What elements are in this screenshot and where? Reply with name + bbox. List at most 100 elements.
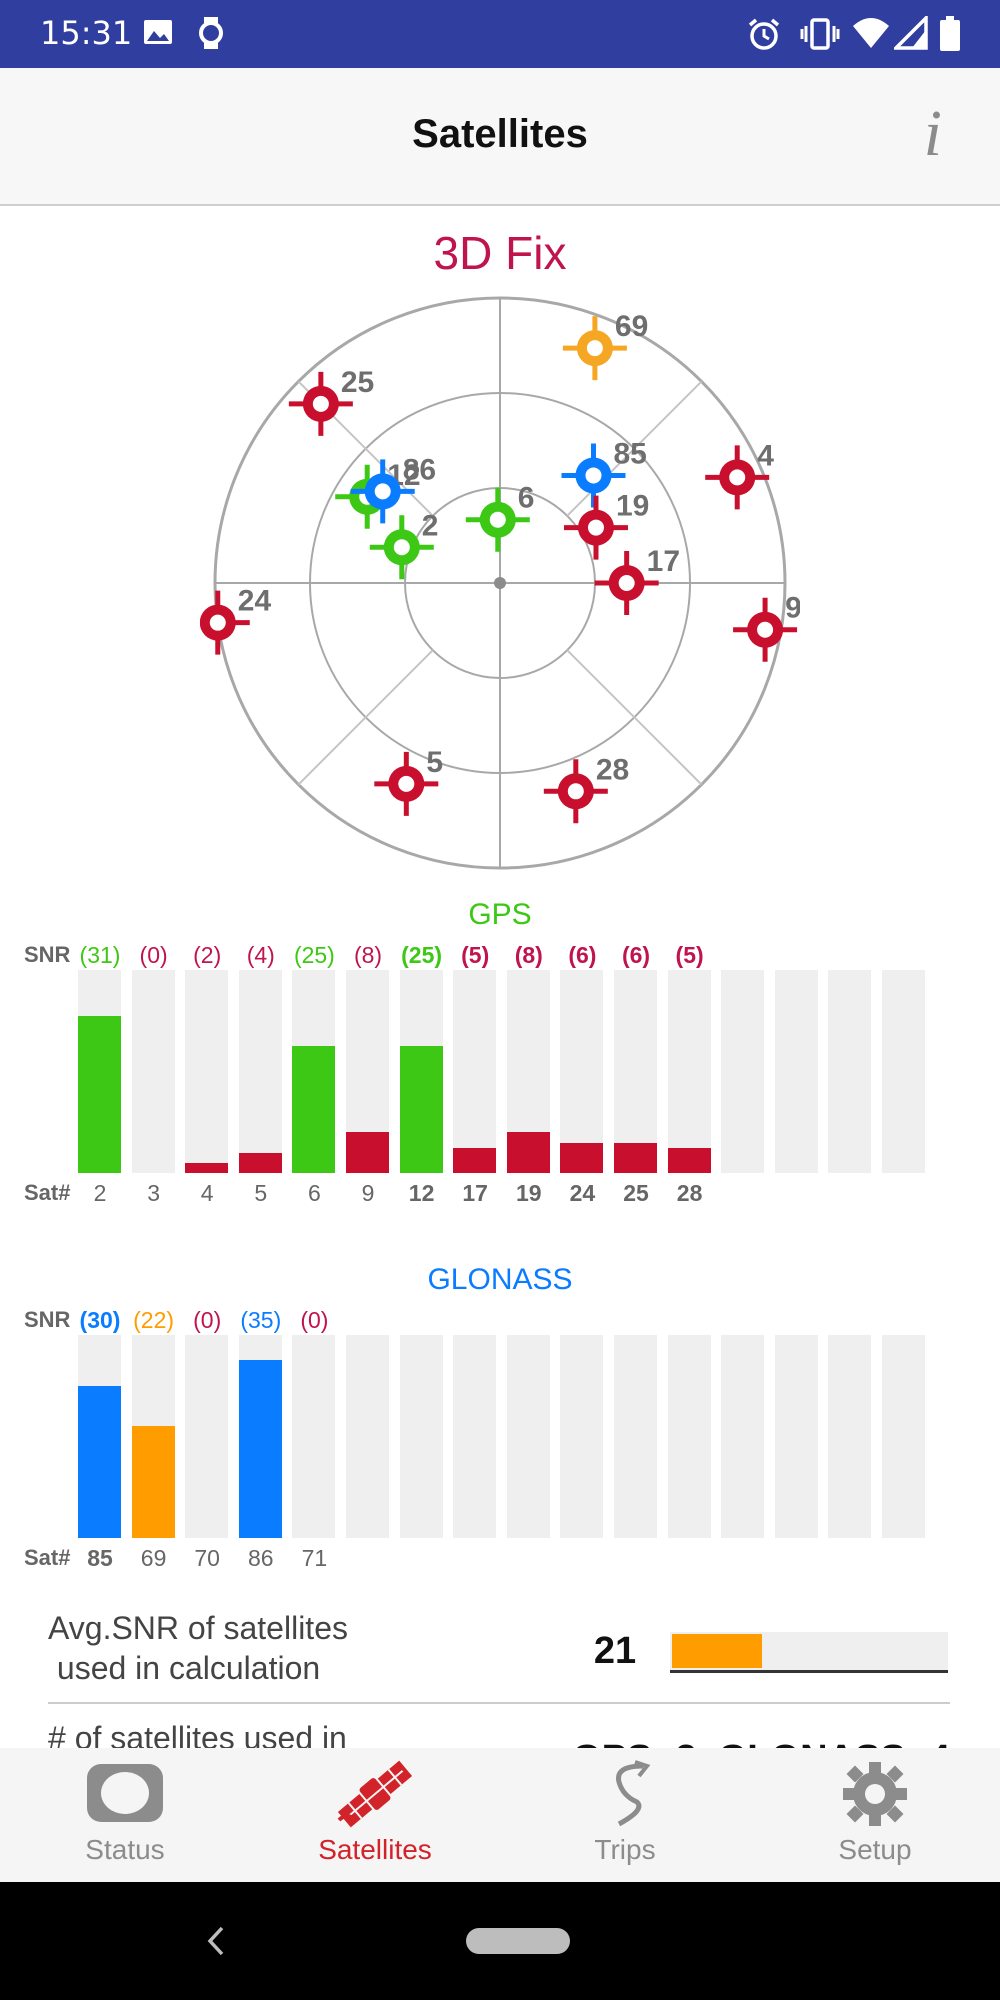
snr-value: (0) [139, 942, 168, 968]
snr-bar-slot [292, 1335, 336, 1538]
snr-bar-slot [774, 970, 818, 1173]
sat-number: 12 [408, 1180, 435, 1206]
sat-number: 70 [194, 1545, 220, 1571]
snr-value: (30) [79, 1307, 121, 1333]
snr-value: (31) [79, 942, 121, 968]
sat-number: 19 [516, 1180, 542, 1206]
snr-bar-slot [131, 1335, 175, 1538]
gps-title: GPS [468, 898, 532, 931]
home-pill[interactable] [466, 1928, 570, 1954]
snr-bar-slot [78, 970, 121, 1173]
glonass-sat-label: Sat# [24, 1545, 71, 1570]
snr-bar-slot [828, 970, 872, 1173]
sat-number: 24 [569, 1180, 596, 1206]
snr-bar-slot [453, 1335, 497, 1538]
sat-number: 2 [93, 1180, 107, 1206]
snr-value: (25) [401, 942, 443, 968]
image-icon [144, 20, 172, 44]
snr-bar-slot [346, 1335, 389, 1538]
snr-bar-slot [453, 970, 497, 1173]
snr-value: (2) [193, 942, 222, 968]
satellite-label: 69 [615, 310, 648, 343]
battery-icon [940, 16, 960, 51]
nav-trips[interactable]: Trips [500, 1748, 750, 1882]
satellite-label: 5 [426, 746, 443, 779]
snr-bar [399, 1046, 443, 1173]
snr-bar [292, 1046, 336, 1173]
satellite-label: 25 [341, 366, 374, 399]
satellite-label: 4 [757, 439, 774, 472]
snr-bar [667, 1148, 711, 1173]
app-bar: Satellites i [0, 68, 1000, 206]
snr-bar [560, 1143, 604, 1173]
snr-bar [238, 1360, 282, 1538]
snr-bar-slot [828, 1335, 872, 1538]
snr-bar-slot [506, 970, 550, 1173]
snr-bar-slot [292, 970, 336, 1173]
avg-snr-label-line1: Avg.SNR of satellites [48, 1610, 348, 1646]
sat-number: 71 [301, 1545, 328, 1571]
sat-number: 25 [623, 1180, 649, 1206]
glonass-snr-label: SNR [24, 1307, 71, 1332]
nav-setup[interactable]: Setup [750, 1748, 1000, 1882]
sat-number: 6 [307, 1180, 321, 1206]
nav-satellites-label: Satellites [318, 1834, 432, 1865]
snr-value: (5) [461, 942, 490, 968]
watch-icon [199, 17, 223, 49]
satellite-label: 85 [613, 437, 646, 470]
snr-value: (0) [193, 1307, 222, 1333]
info-button[interactable]: i [924, 96, 942, 172]
sky-plot-grid [213, 296, 787, 870]
avg-snr-bar-fill [672, 1634, 762, 1668]
wifi-icon [853, 18, 889, 48]
satellite-label: 24 [238, 585, 272, 618]
satellite-label: 9 [785, 592, 800, 625]
snr-bar-slot [560, 1335, 604, 1538]
nav-status[interactable]: Status [0, 1748, 250, 1882]
snr-bar [453, 1148, 497, 1173]
avg-snr-bar [670, 1632, 948, 1673]
snr-bar [185, 1163, 229, 1173]
sky-plot: 25691286 85 46 1921724 95 28 [200, 296, 800, 870]
snr-bar-slot [399, 970, 443, 1173]
satellite-label: 17 [647, 545, 680, 578]
nav-satellites[interactable]: Satellites [250, 1748, 500, 1882]
snr-value: (25) [293, 942, 335, 968]
satellite-label: 6 [518, 482, 535, 515]
plot-center [494, 577, 506, 589]
sat-number: 28 [676, 1180, 703, 1206]
satellite-icon [337, 1760, 413, 1828]
snr-value: (35) [240, 1307, 282, 1333]
snr-bar-slot [399, 1335, 443, 1538]
sat-number: 5 [254, 1180, 268, 1206]
snr-bar-slot [774, 1335, 818, 1538]
snr-value: (22) [133, 1307, 175, 1333]
snr-value: (4) [246, 942, 275, 968]
avg-snr-label: Avg.SNR of satellites used in calculatio… [48, 1608, 348, 1688]
snr-bar-slot [185, 1335, 229, 1538]
snr-value: (8) [514, 942, 543, 968]
avg-snr-value: 21 [593, 1630, 637, 1672]
gps-snr-label: SNR [24, 942, 71, 967]
snr-bar-slot [560, 970, 604, 1173]
snr-bar-slot [78, 1335, 121, 1538]
status-icon [87, 1764, 163, 1822]
gps-sat-label: Sat# [24, 1180, 71, 1205]
status-bar: 15:31 [0, 0, 1000, 68]
snr-value: (8) [353, 942, 383, 968]
snr-value: (6) [568, 942, 597, 968]
snr-bar [131, 1426, 175, 1538]
page-title: Satellites [412, 112, 588, 156]
snr-value: (5) [675, 942, 704, 968]
snr-bar [78, 1016, 121, 1173]
axis-line [566, 649, 703, 786]
snr-bar-slot [721, 1335, 765, 1538]
sat-number: 86 [248, 1545, 274, 1571]
sat-number: 3 [147, 1180, 160, 1206]
back-icon[interactable] [204, 1924, 228, 1958]
satellite-label: 19 [616, 490, 649, 523]
sat-number: 85 [87, 1545, 113, 1571]
snr-value: (0) [300, 1307, 329, 1333]
sat-number: 9 [361, 1180, 375, 1206]
axis-line [297, 649, 434, 786]
